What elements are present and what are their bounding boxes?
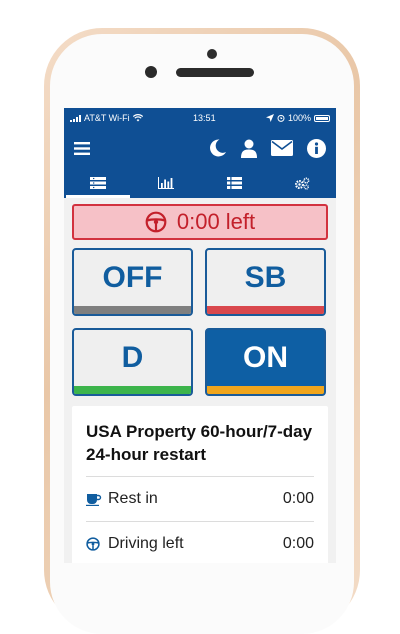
rest-in-value: 0:00 bbox=[282, 490, 314, 507]
gears-icon bbox=[294, 176, 310, 190]
driving-label: D bbox=[121, 341, 144, 374]
bar-chart-icon bbox=[158, 177, 174, 189]
sleeper-berth-color-bar bbox=[207, 306, 324, 314]
duty-status-grid: OFF SB D ON bbox=[72, 248, 328, 396]
on-duty-label: ON bbox=[243, 341, 288, 374]
main-content: 0:00 left OFF SB D ON USA Property 60-ho… bbox=[64, 198, 336, 563]
driving-time-alert: 0:00 left bbox=[72, 204, 328, 240]
tab-list-view[interactable] bbox=[64, 168, 132, 198]
on-duty-button[interactable]: ON bbox=[205, 328, 326, 396]
on-duty-color-bar bbox=[207, 386, 324, 394]
steering-wheel-icon bbox=[86, 537, 100, 551]
envelope-icon[interactable] bbox=[271, 140, 293, 156]
user-icon[interactable] bbox=[241, 139, 257, 158]
sleeper-berth-label: SB bbox=[244, 261, 287, 294]
location-arrow-icon bbox=[265, 114, 274, 122]
status-bar: AT&T Wi-Fi 13:51 100% bbox=[64, 108, 336, 128]
info-icon[interactable] bbox=[307, 138, 326, 158]
alarm-icon bbox=[277, 114, 285, 122]
steering-wheel-icon bbox=[145, 211, 167, 233]
driving-color-bar bbox=[74, 386, 191, 394]
tab-log-list[interactable] bbox=[200, 168, 268, 198]
carrier-name: AT&T Wi-Fi bbox=[84, 113, 130, 123]
driving-left-label: Driving left bbox=[108, 535, 184, 552]
tab-settings[interactable] bbox=[268, 168, 336, 198]
driving-button[interactable]: D bbox=[72, 328, 193, 396]
app-screen: AT&T Wi-Fi 13:51 100% 0:00 left OFF SB D… bbox=[64, 108, 336, 563]
coffee-cup-icon bbox=[86, 493, 102, 506]
front-sensor bbox=[207, 49, 217, 59]
top-nav-bar bbox=[64, 128, 336, 168]
status-time: 13:51 bbox=[193, 113, 216, 123]
battery-percent: 100% bbox=[287, 113, 311, 123]
sleeper-berth-button[interactable]: SB bbox=[205, 248, 326, 316]
off-duty-label: OFF bbox=[102, 261, 163, 294]
wifi-icon bbox=[132, 114, 143, 122]
off-duty-button[interactable]: OFF bbox=[72, 248, 193, 316]
tab-charts[interactable] bbox=[132, 168, 200, 198]
earpiece-speaker bbox=[176, 68, 254, 77]
off-duty-color-bar bbox=[74, 306, 191, 314]
ruleset-title: USA Property 60-hour/7-day 24-hour resta… bbox=[86, 420, 314, 477]
signal-icon bbox=[70, 114, 81, 122]
moon-icon[interactable] bbox=[207, 138, 227, 158]
ruleset-card: USA Property 60-hour/7-day 24-hour resta… bbox=[72, 406, 328, 563]
driving-left-value: 0:00 bbox=[282, 535, 314, 552]
rest-in-row: Rest in 0:00 bbox=[86, 477, 314, 522]
rest-in-label: Rest in bbox=[108, 490, 158, 507]
table-list-icon bbox=[226, 177, 242, 189]
list-view-icon bbox=[90, 177, 106, 189]
tab-bar bbox=[64, 168, 336, 198]
driving-left-row: Driving left 0:00 bbox=[86, 522, 314, 563]
battery-icon bbox=[313, 114, 330, 122]
menu-icon[interactable] bbox=[74, 141, 90, 155]
alert-text: 0:00 left bbox=[176, 209, 256, 234]
front-camera bbox=[145, 66, 157, 78]
